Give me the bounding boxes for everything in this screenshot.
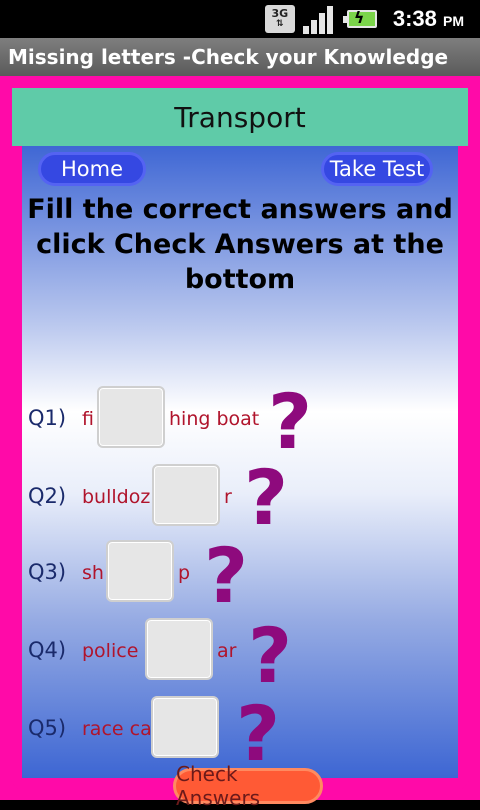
check-answers-label: Check Answers [176,762,261,810]
take-test-button[interactable]: Take Test [321,152,433,186]
take-test-button-label: Take Test [329,157,425,181]
question-label: Q2) [28,484,67,508]
check-answers-button[interactable]: Check Answers [173,762,323,810]
question-label: Q5) [28,716,67,740]
word-suffix: r [224,486,232,508]
question-label: Q4) [28,638,67,662]
answer-input[interactable] [97,386,165,448]
clock-ampm: PM [443,13,464,29]
battery-charging-icon: ϟ [342,6,379,32]
question-label: Q3) [28,560,67,584]
status-clock: 3:38 PM [393,6,464,32]
question-mark-icon: ? [236,689,281,778]
question-label: Q1) [28,406,67,430]
word-suffix: hing boat [169,408,260,430]
answer-input[interactable] [152,464,220,526]
app-title-bar: Missing letters -Check your Knowledge [0,38,480,76]
word-prefix: sh [82,562,104,584]
question-row-3: Q3) sh p ? [22,538,458,614]
instructions-line-3: bottom [184,264,296,295]
category-title: Transport [174,100,306,134]
word-prefix: bulldoz [82,486,151,508]
answer-input[interactable] [106,540,174,602]
home-button[interactable]: Home [38,152,146,186]
app-title: Missing letters -Check your Knowledge [8,45,449,69]
main-frame: Transport Home Take Test Fill the correc… [0,76,480,810]
instructions-line-2: click Check Answers at the [36,229,444,260]
word-suffix: p [178,562,191,584]
question-mark-icon: ? [244,453,289,542]
question-mark-icon: ? [204,531,249,620]
clock-time: 3:38 [392,6,437,31]
answer-input[interactable] [145,618,213,680]
quiz-panel: Home Take Test Fill the correct answers … [22,146,458,810]
word-prefix: police [82,640,139,662]
question-row-2: Q2) bulldoz r ? [22,460,458,536]
question-row-4: Q4) police ar ? [22,618,458,694]
home-button-label: Home [60,157,123,181]
instructions-text: Fill the correct answers and click Check… [22,192,458,297]
question-mark-icon: ? [248,611,293,700]
category-header: Transport [12,88,468,146]
instructions-line-1: Fill the correct answers and [27,194,453,225]
answer-input[interactable] [151,696,219,758]
word-suffix: ar [217,640,237,662]
word-prefix: race ca [82,718,152,740]
status-bar: 3G ⇅ ϟ 3:38 PM [0,0,480,38]
network-3g-icon: 3G ⇅ [264,5,295,33]
question-mark-icon: ? [268,377,313,466]
signal-strength-icon [302,4,335,34]
word-prefix: fi [82,408,94,430]
question-row-5: Q5) race ca ? [22,696,458,772]
network-type: 3G [271,7,289,20]
question-row-1: Q1) fi hing boat ? [22,384,458,460]
